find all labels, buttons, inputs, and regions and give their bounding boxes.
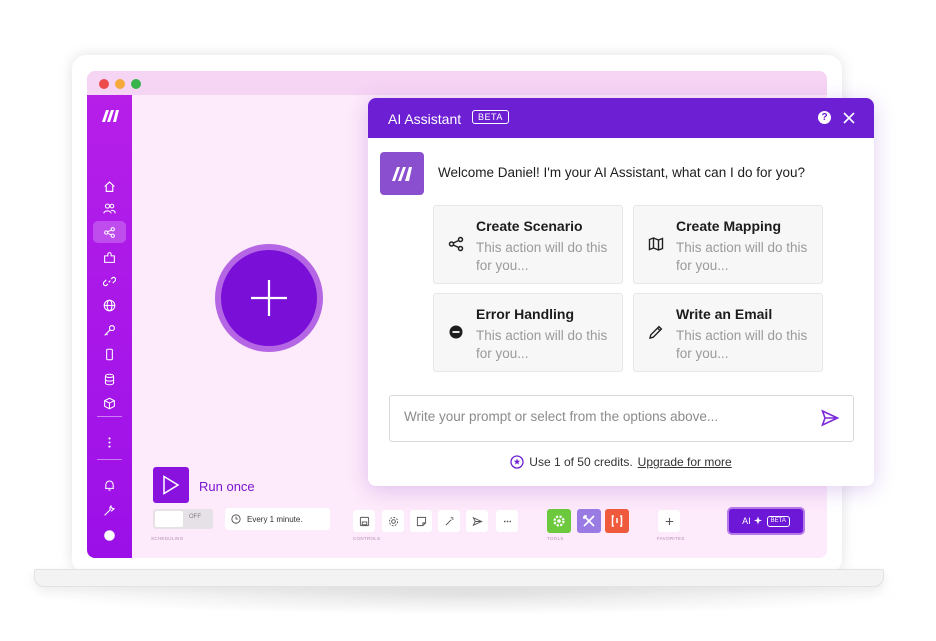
home-icon[interactable] [87,176,132,196]
more-icon[interactable] [87,432,132,452]
minus-circle-icon [448,324,464,340]
sidebar-divider [97,459,122,460]
laptop-base [34,569,884,587]
card-write-email[interactable]: Write an Email This action will do this … [633,293,823,372]
tools-gear-button[interactable] [547,509,571,533]
card-title: Error Handling [476,306,575,322]
ai-assistant-button[interactable]: AI BETA [729,509,803,533]
ai-button-label: AI [742,516,751,526]
plus-icon [665,517,673,525]
panel-title: AI Assistant [388,111,462,127]
tools-flow-control-button[interactable] [577,509,601,533]
card-description: This action will do this for you... [676,328,808,361]
card-create-scenario[interactable]: Create Scenario This action will do this… [433,205,623,284]
flow-control-icon [583,515,595,527]
card-description: This action will do this for you... [476,328,608,361]
scheduling-toggle[interactable]: OFF [153,509,213,529]
avatar[interactable] [87,525,132,545]
more-horizontal-icon [503,520,511,522]
close-window-dot[interactable] [99,79,109,89]
card-title: Create Scenario [476,218,583,234]
play-icon [163,475,180,495]
share-icon[interactable] [93,221,126,243]
sidebar-divider [97,416,122,417]
settings-button[interactable] [382,510,404,532]
welcome-message: Welcome Daniel! I'm your AI Assistant, w… [438,165,805,180]
prompt-input[interactable] [404,409,804,424]
prompt-box [389,395,854,442]
maximize-window-dot[interactable] [131,79,141,89]
puzzle-icon[interactable] [87,247,132,267]
upgrade-link[interactable]: Upgrade for more [638,455,732,469]
note-icon [416,516,426,526]
card-title: Write an Email [676,306,773,322]
ai-assistant-panel: AI Assistant BETA ? Welcome Daniel! I'm … [368,98,874,486]
pencil-icon [648,324,664,340]
magic-wand-icon [445,516,454,525]
plus-icon [221,250,317,346]
help-icon[interactable]: ? [818,111,831,124]
database-icon[interactable] [87,369,132,389]
cube-icon[interactable] [87,393,132,413]
phone-icon[interactable] [87,344,132,364]
brackets-icon [611,515,623,527]
tools-json-button[interactable] [605,509,629,533]
window-titlebar [87,71,827,95]
card-description: This action will do this for you... [476,240,608,273]
card-description: This action will do this for you... [676,240,808,273]
card-create-mapping[interactable]: Create Mapping This action will do this … [633,205,823,284]
scheduling-label: SCHEDULING [151,536,184,541]
plane-icon [471,516,483,526]
auto-align-button[interactable] [438,510,460,532]
wrench-icon[interactable] [87,500,132,520]
make-logo-icon[interactable] [87,105,132,127]
star-circle-icon [510,455,524,469]
ai-beta-badge: BETA [766,515,790,527]
favorites-label: FAVORITES [657,536,685,541]
key-icon[interactable] [87,320,132,340]
panel-header: AI Assistant BETA ? [368,98,874,138]
schedule-label: Every 1 minute. [247,514,303,524]
credits-text: Use 1 of 50 credits. [529,455,633,469]
bell-icon[interactable] [87,475,132,495]
flow-button[interactable] [466,510,488,532]
notes-button[interactable] [410,510,432,532]
clock-icon [231,514,241,524]
gear-icon [553,515,565,527]
add-module-button[interactable] [215,244,323,352]
save-button[interactable] [353,510,375,532]
add-favorite-button[interactable] [658,510,680,532]
link-icon[interactable] [87,271,132,291]
card-error-handling[interactable]: Error Handling This action will do this … [433,293,623,372]
send-icon[interactable] [820,408,840,428]
credits-row: Use 1 of 50 credits. Upgrade for more [368,455,874,469]
schedule-selector[interactable]: Every 1 minute. [225,508,330,530]
users-icon[interactable] [87,198,132,218]
save-icon [359,516,369,526]
gear-icon [388,516,398,526]
run-once-label[interactable]: Run once [199,479,255,494]
card-title: Create Mapping [676,218,782,234]
sparkle-icon [753,516,762,525]
more-controls-button[interactable] [496,510,518,532]
globe-icon[interactable] [87,295,132,315]
run-once-button[interactable] [153,467,189,503]
beta-badge: BETA [472,110,509,124]
tools-label: TOOLS [547,536,564,541]
toggle-knob [155,511,183,527]
map-icon [648,236,664,252]
controls-label: CONTROLS [353,536,381,541]
share-icon [448,236,464,252]
sidebar [87,95,132,558]
close-icon[interactable] [842,111,856,125]
minimize-window-dot[interactable] [115,79,125,89]
toggle-off-label: OFF [189,514,201,520]
assistant-avatar [380,152,424,195]
make-logo-icon [392,166,412,181]
